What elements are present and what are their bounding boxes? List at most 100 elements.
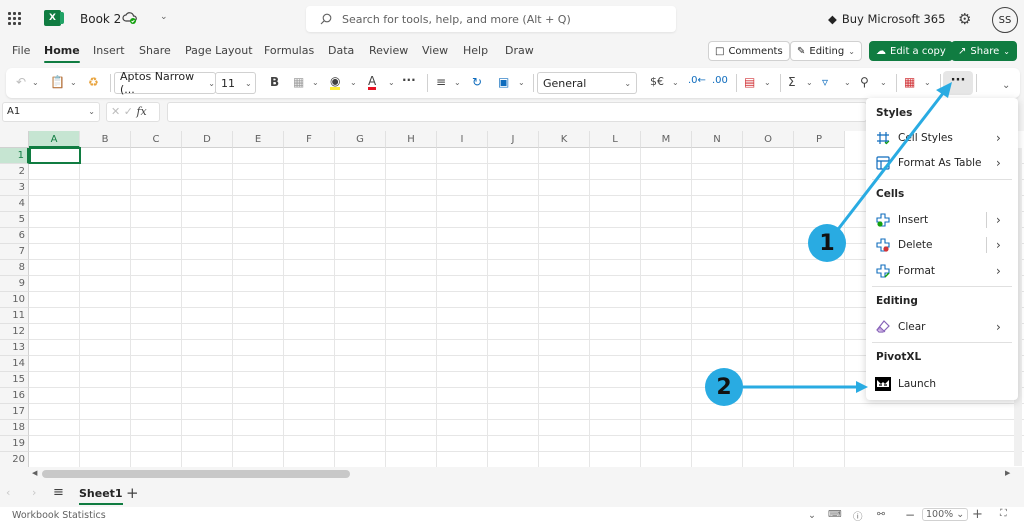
row-header[interactable]: 15 [0, 372, 29, 388]
tab-file[interactable]: File [12, 44, 30, 57]
font-size-select[interactable]: 11 ⌄ [215, 72, 256, 94]
column-header[interactable]: N [692, 131, 743, 148]
column-header[interactable]: J [488, 131, 539, 148]
bold-button[interactable]: B [270, 75, 279, 89]
row-header[interactable]: 8 [0, 260, 29, 276]
borders-icon[interactable]: ▦ [293, 75, 304, 89]
column-header[interactable]: M [641, 131, 692, 148]
row-header[interactable]: 20 [0, 452, 29, 468]
row-header[interactable]: 14 [0, 356, 29, 372]
font-color-icon[interactable]: A [368, 75, 377, 90]
find-chevron-icon[interactable]: ⌄ [880, 78, 887, 87]
confirm-icon[interactable]: ✓ [124, 105, 133, 118]
column-header[interactable]: F [284, 131, 335, 148]
cancel-icon[interactable]: ✕ [111, 105, 120, 118]
document-title[interactable]: Book 2 [80, 12, 121, 26]
tab-view[interactable]: View [422, 44, 448, 57]
scrollbar-thumb[interactable] [42, 470, 350, 478]
tab-insert[interactable]: Insert [93, 44, 125, 57]
fill-color-icon[interactable]: ◉ [330, 75, 341, 90]
autosum-chevron-icon[interactable]: ⌄ [806, 78, 813, 87]
column-header[interactable]: G [335, 131, 386, 148]
formula-input[interactable] [167, 102, 867, 122]
column-header[interactable]: E [233, 131, 284, 148]
menu-item-launch[interactable]: Launch [866, 373, 1018, 395]
chevron-right-icon[interactable]: › [996, 238, 1001, 252]
comments-button[interactable]: □ Comments [708, 41, 790, 61]
align-chevron-icon[interactable]: ⌄ [454, 78, 461, 87]
edit-a-copy-button[interactable]: ☁ Edit a copy [869, 41, 953, 61]
title-chevron-icon[interactable]: ⌄ [160, 12, 168, 22]
column-header[interactable]: A [29, 131, 80, 148]
conditional-format-chevron-icon[interactable]: ⌄ [764, 78, 771, 87]
menu-item-clear[interactable]: Clear › [866, 316, 1018, 338]
row-header[interactable]: 19 [0, 436, 29, 452]
find-icon[interactable]: ⚲ [860, 75, 869, 89]
prev-sheet-icon[interactable]: ‹ [6, 486, 10, 499]
scroll-right-icon[interactable]: ▶ [1005, 469, 1010, 477]
format-painter-icon[interactable]: ♻ [88, 75, 99, 89]
search-box[interactable]: Search for tools, help, and more (Alt + … [306, 6, 676, 32]
tab-data[interactable]: Data [328, 44, 354, 57]
avatar[interactable]: SS [992, 7, 1018, 33]
share-button[interactable]: ↗ Share ⌄ [951, 41, 1017, 61]
number-format-select[interactable]: General ⌄ [537, 72, 637, 94]
fullscreen-icon[interactable]: ⛶ [1000, 508, 1007, 519]
row-header[interactable]: 1 [0, 148, 29, 164]
column-header[interactable]: L [590, 131, 641, 148]
help-icon[interactable]: ⓘ [853, 509, 863, 523]
merge-chevron-icon[interactable]: ⌄ [518, 78, 525, 87]
tab-review[interactable]: Review [369, 44, 408, 57]
column-header[interactable]: O [743, 131, 794, 148]
buy-microsoft-365-button[interactable]: ◆ Buy Microsoft 365 [828, 12, 945, 26]
column-header[interactable]: H [386, 131, 437, 148]
row-header[interactable]: 13 [0, 340, 29, 356]
column-header[interactable]: D [182, 131, 233, 148]
column-header[interactable]: K [539, 131, 590, 148]
row-header[interactable]: 4 [0, 196, 29, 212]
next-sheet-icon[interactable]: › [32, 486, 36, 499]
insert-function-button[interactable]: fx [136, 105, 146, 118]
zoom-in-icon[interactable]: + [972, 507, 983, 522]
row-header[interactable]: 7 [0, 244, 29, 260]
add-ins-icon[interactable]: ▦ [904, 75, 915, 89]
feedback-icon[interactable]: ⚯ [877, 509, 885, 520]
menu-item-insert[interactable]: Insert › [866, 209, 1018, 231]
keyboard-icon[interactable]: ⌨ [828, 509, 842, 520]
menu-item-format-as-table[interactable]: Format As Table › [866, 152, 1018, 174]
row-header[interactable]: 2 [0, 164, 29, 180]
editing-mode-button[interactable]: ✎ Editing ⌄ [790, 41, 862, 61]
row-header[interactable]: 3 [0, 180, 29, 196]
currency-format-button[interactable]: $€ [650, 75, 664, 88]
fill-color-chevron-icon[interactable]: ⌄ [350, 78, 357, 87]
column-header[interactable]: I [437, 131, 488, 148]
row-header[interactable]: 11 [0, 308, 29, 324]
paste-chevron-icon[interactable]: ⌄ [70, 78, 77, 87]
autosum-icon[interactable]: Σ [788, 75, 796, 89]
merge-icon[interactable]: ▣ [498, 75, 509, 89]
menu-item-format[interactable]: Format › [866, 260, 1018, 282]
gear-icon[interactable]: ⚙ [958, 10, 971, 28]
currency-chevron-icon[interactable]: ⌄ [672, 78, 679, 87]
scroll-left-icon[interactable]: ◀ [32, 469, 37, 477]
align-icon[interactable]: ≡ [436, 75, 446, 89]
row-header[interactable]: 16 [0, 388, 29, 404]
row-header[interactable]: 17 [0, 404, 29, 420]
paste-icon[interactable]: 📋 [50, 75, 65, 89]
more-options-button[interactable]: ··· [943, 71, 973, 95]
add-sheet-button[interactable]: + [126, 484, 139, 502]
font-color-chevron-icon[interactable]: ⌄ [388, 78, 395, 87]
row-header[interactable]: 12 [0, 324, 29, 340]
row-header[interactable]: 10 [0, 292, 29, 308]
add-ins-chevron-icon[interactable]: ⌄ [924, 78, 931, 87]
sort-filter-chevron-icon[interactable]: ⌄ [844, 78, 851, 87]
sheet-tab[interactable]: Sheet1 [79, 487, 123, 505]
menu-item-delete[interactable]: Delete › [866, 234, 1018, 256]
row-header[interactable]: 5 [0, 212, 29, 228]
tab-page-layout[interactable]: Page Layout [185, 44, 253, 57]
row-header[interactable]: 9 [0, 276, 29, 292]
tab-formulas[interactable]: Formulas [264, 44, 314, 57]
column-header[interactable]: C [131, 131, 182, 148]
borders-chevron-icon[interactable]: ⌄ [312, 78, 319, 87]
tab-share[interactable]: Share [139, 44, 171, 57]
